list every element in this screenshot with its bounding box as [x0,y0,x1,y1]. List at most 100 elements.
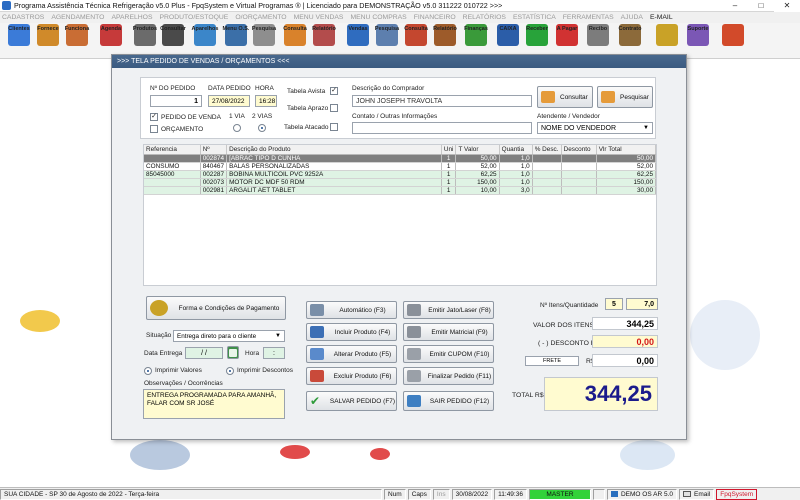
delete-product-button[interactable]: Excluir Produto (F6) [306,367,397,385]
consult-button[interactable]: Consultar [537,86,593,108]
include-product-button[interactable]: Incluir Produto (F4) [306,323,397,341]
toolbar-button[interactable]: Relatório [309,24,339,58]
table-row[interactable]: 002981 ARGALIT AET TABLET 1 10,00 3,0 30,00 [144,186,656,195]
menu-item[interactable]: CADASTROS [2,14,44,21]
toolbar-button[interactable]: Suporte [683,24,713,58]
quote-checkbox[interactable] [150,125,158,133]
edit-product-button[interactable]: Alterar Produto (F5) [306,345,397,363]
price-table-cash-checkbox[interactable]: ✓ [330,87,338,95]
order-number-field[interactable]: 1 [150,95,202,107]
table-cell [561,178,597,187]
buyer-field[interactable]: JOHN JOSEPH TRAVOLTA [352,95,532,107]
notes-textarea[interactable]: ENTREGA PROGRAMADA PARA AMANHÃ, FALAR CO… [143,389,285,419]
toolbar-button[interactable]: Pesquisa [372,24,402,58]
toolbar-button[interactable]: Produtos [130,24,160,58]
column-header[interactable]: T Valor [455,145,500,155]
print-receipt-button[interactable]: Emitir CUPOM (F10) [403,345,494,363]
menu-item[interactable]: APARELHOS [111,14,152,21]
close-button[interactable]: ✕ [774,0,800,12]
maximize-button[interactable]: □ [748,0,774,12]
column-header[interactable]: % Desc. [532,145,562,155]
table-row[interactable]: 002874 [ABRAC TIPO D CUNHA 1 50,00 1,0 50,00 [144,154,656,163]
print-discounts-radio[interactable] [226,367,234,375]
toolbar-button[interactable]: Pesquisa [249,24,279,58]
menu-item[interactable]: AGENDAMENTO [51,14,104,21]
search-button[interactable]: Pesquisar [597,86,653,108]
column-header[interactable]: Nº [200,145,228,155]
menu-item[interactable]: FINANCEIRO [414,14,456,21]
menu-item[interactable]: O/ORÇAMENTO [235,14,286,21]
toolbar-button[interactable]: Funciona [62,24,92,58]
empty-cell [144,258,200,266]
column-header[interactable]: Desconto [561,145,597,155]
minimize-button[interactable]: – [722,0,748,12]
one-copy-radio[interactable] [233,124,241,132]
toolbar-button[interactable] [652,24,682,58]
two-copies-radio[interactable] [258,124,266,132]
order-time-field[interactable]: 16:28 [255,95,277,107]
toolbar-button[interactable]: Consulta [280,24,310,58]
menu-item[interactable]: RELATÓRIOS [463,14,506,21]
toolbar-button[interactable]: Vendas [343,24,373,58]
toolbar-button[interactable]: Fornece [33,24,63,58]
exit-order-button[interactable]: SAIR PEDIDO (F12) [403,391,494,411]
table-row[interactable]: 85045000 002287 BOBINA MULTICOIL PVC 9252A… [144,170,656,179]
delivery-time-field[interactable]: : [263,347,285,359]
table-row[interactable]: CONSUMO 840467 BALAS PERSONALIZADAS 1 52,00 1… [144,162,656,171]
toolbar-button[interactable]: Agenda [96,24,126,58]
toolbar-button[interactable]: Finanças [461,24,491,58]
table-cell [532,162,562,171]
salesperson-select[interactable]: NOME DO VENDEDOR ▼ [537,122,653,134]
menu-item[interactable]: ESTATÍSTICA [513,14,556,21]
toolbar-button[interactable]: Relatório [430,24,460,58]
payment-conditions-button[interactable]: Forma e Condições de Pagamento [146,296,286,320]
print-laser-button[interactable]: Emitir Jato/Laser (F8) [403,301,494,319]
table-cell: 1 [441,154,457,163]
edit-product-label: Alterar Produto (F5) [333,350,392,358]
toolbar-button[interactable] [718,24,748,58]
toolbar-button[interactable]: Consulta [401,24,431,58]
toolbar-button[interactable]: CAIXA [493,24,523,58]
toolbar-button[interactable]: Receber [522,24,552,58]
email-indicator[interactable]: Email [679,488,715,500]
menu-item[interactable]: FERRAMENTAS [563,14,614,21]
column-header[interactable]: Quantia [499,145,533,155]
order-date-field[interactable]: 27/08/2022 [208,95,250,107]
toolbar-button[interactable]: Menu O.S. [221,24,251,58]
finalize-order-button[interactable]: Finalizar Pedido (F11) [403,367,494,385]
menu-item[interactable]: E-MAIL [650,14,673,21]
menu-item[interactable]: MENU VENDAS [294,14,344,21]
automatic-button[interactable]: Automático (F3) [306,301,397,319]
toolbar-button[interactable]: Recibo [583,24,613,58]
caps-lock-indicator: Caps [407,488,431,500]
save-order-button[interactable]: ✔ SALVAR PEDIDO (F7) [306,391,397,411]
menu-item[interactable]: AJUDA [621,14,643,21]
menu-item[interactable]: MENU COMPRAS [350,14,406,21]
calendar-button[interactable] [227,346,239,359]
print-values-radio[interactable] [144,367,152,375]
items-grid[interactable]: Referencia Nº Descrição do Produto Uni T Val… [143,144,657,286]
price-table-term-checkbox[interactable] [330,104,338,112]
price-table-wholesale-checkbox[interactable] [330,123,338,131]
contact-field[interactable] [352,122,532,134]
toolbar-button[interactable]: Clientes [4,24,34,58]
column-header[interactable]: Referencia [144,145,201,155]
toolbar-button[interactable]: Aparelhos [190,24,220,58]
sales-order-checkbox[interactable]: ✓ [150,113,158,121]
empty-cell [532,258,561,266]
status-select[interactable]: Entrega direto para o cliente ▼ [173,330,285,342]
toolbar-button[interactable]: A Pagar [552,24,582,58]
print-discounts-label: Imprimir Descontos [237,367,293,374]
discount-value[interactable]: 0,00 [592,335,658,348]
empty-cell [499,226,532,234]
column-header[interactable]: Uni [441,145,457,155]
column-header[interactable]: Descrição do Produto [226,145,442,155]
freight-value[interactable]: 0,00 [592,354,658,367]
delivery-date-field[interactable]: / / [185,347,223,359]
column-header[interactable]: Vlr Total [596,145,656,155]
toolbar-button[interactable]: Consultar [158,24,188,58]
toolbar-button[interactable]: Contrato [615,24,645,58]
menu-item[interactable]: PRODUTO/ESTOQUE [159,14,228,21]
table-row[interactable]: 002073 MOTOR DC MDF 50 RDM 1 150,00 1,0 150,0… [144,178,656,187]
print-dot-matrix-button[interactable]: Emitir Matricial (F9) [403,323,494,341]
